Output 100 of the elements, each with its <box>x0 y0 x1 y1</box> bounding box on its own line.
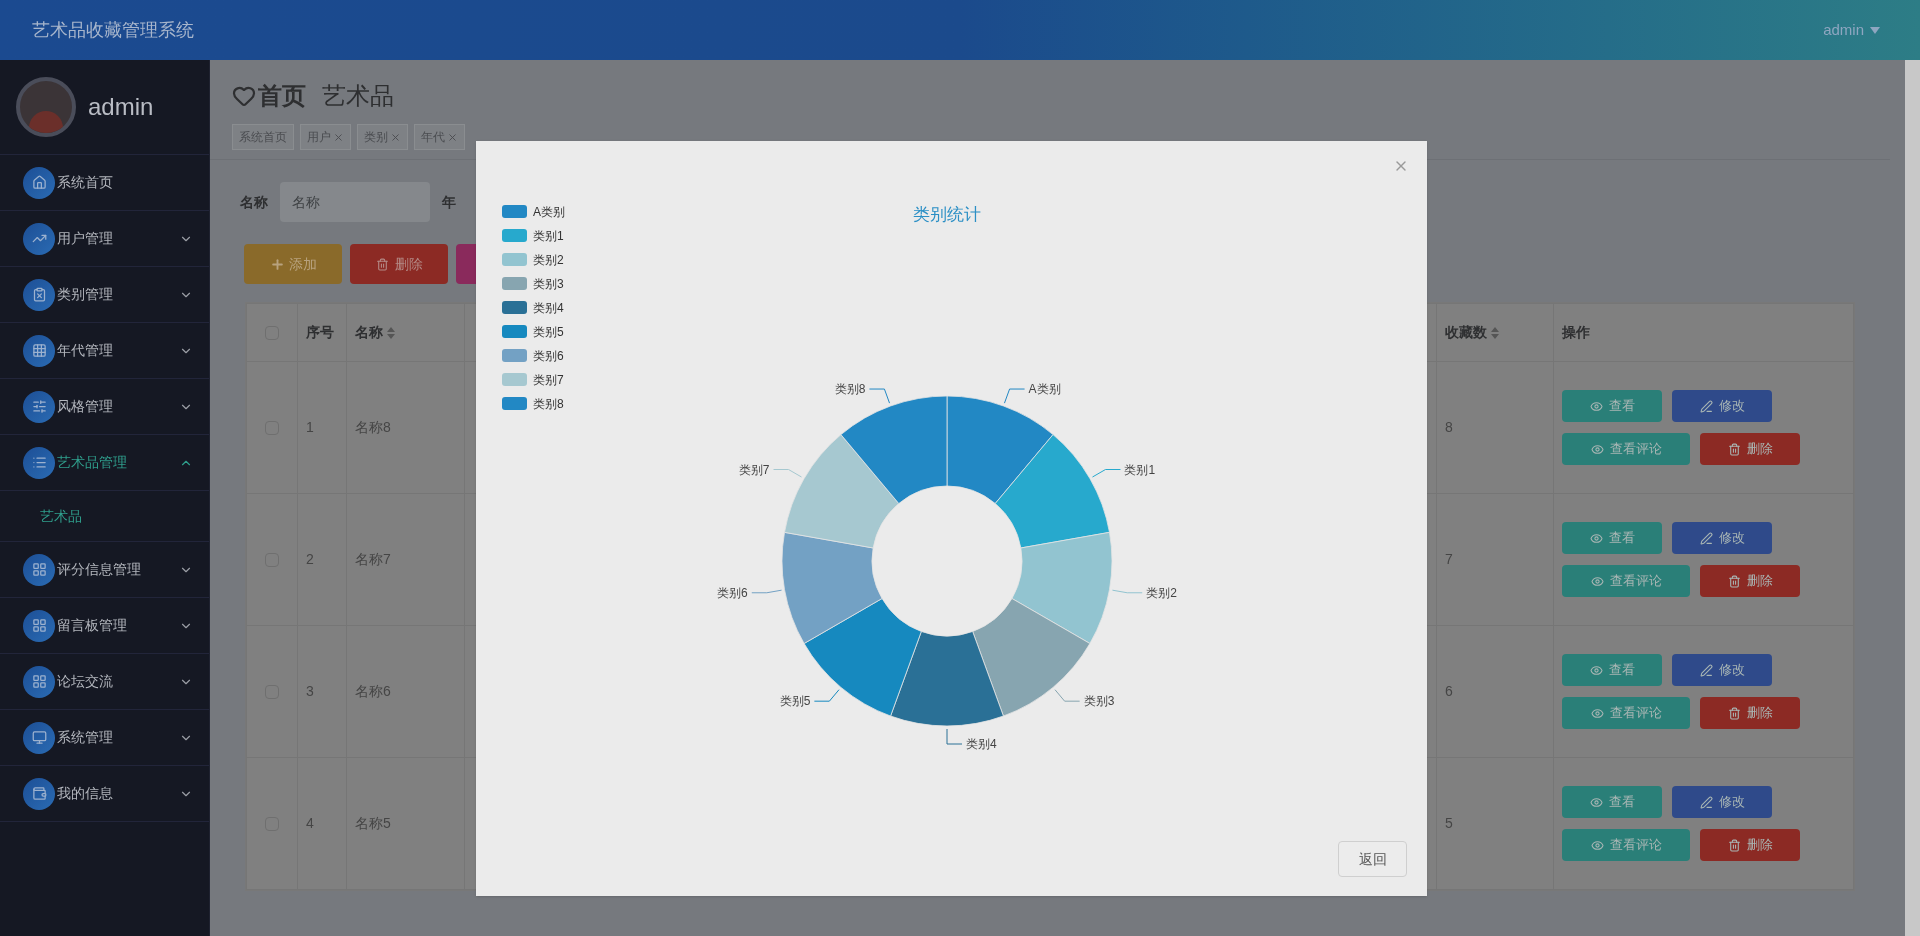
chart-icon <box>23 222 55 255</box>
table-cell: 名称5 <box>346 757 465 890</box>
leader-line <box>868 388 891 404</box>
table-cell: 名称6 <box>346 625 465 758</box>
leader-line <box>1003 388 1026 404</box>
search-label: 名称 <box>240 192 268 212</box>
chart-title: 类别统计 <box>913 205 981 224</box>
eye-icon <box>1589 795 1603 809</box>
edit-button[interactable]: 修改 <box>1672 786 1772 818</box>
legend-item[interactable]: 类别8 <box>502 397 564 411</box>
chart-slice[interactable] <box>946 395 1054 504</box>
plus-icon <box>269 256 285 272</box>
trash-icon <box>1727 706 1741 720</box>
delete-button[interactable]: 删除 <box>350 244 448 284</box>
leader-line <box>946 728 963 745</box>
eye-icon <box>1590 838 1604 852</box>
legend-item[interactable]: 类别1 <box>502 229 564 243</box>
delete-button[interactable]: 删除 <box>1700 433 1800 465</box>
view-button[interactable]: 查看 <box>1562 654 1662 686</box>
eye-icon <box>1589 531 1603 545</box>
chart-slice[interactable] <box>890 631 1004 727</box>
menu-item[interactable]: 评分信息管理 <box>0 542 209 598</box>
legend-item[interactable]: 类别6 <box>502 349 564 363</box>
comments-button[interactable]: 查看评论 <box>1562 829 1690 861</box>
eye-icon <box>1590 442 1604 456</box>
sort-icon[interactable] <box>387 326 395 339</box>
search-field[interactable]: 名称 <box>280 182 430 222</box>
grid-icon <box>23 665 55 698</box>
legend-item[interactable]: 类别7 <box>502 373 564 387</box>
legend-item[interactable]: 类别2 <box>502 253 564 267</box>
trash-icon <box>1727 838 1741 852</box>
close-icon[interactable] <box>390 131 401 143</box>
submenu-item[interactable]: 艺术品 <box>0 491 209 542</box>
view-button[interactable]: 查看 <box>1562 522 1662 554</box>
close-icon[interactable] <box>333 131 344 143</box>
eye-icon <box>1590 574 1604 588</box>
menu-item[interactable]: 系统管理 <box>0 710 209 766</box>
wallet-icon <box>23 777 55 810</box>
scrollbar[interactable] <box>1905 60 1920 936</box>
table-cell: 3 <box>297 625 347 758</box>
sort-icon[interactable] <box>1491 326 1499 339</box>
pen-icon <box>1699 531 1713 545</box>
pen-icon <box>1699 795 1713 809</box>
chart-slice[interactable] <box>781 531 883 644</box>
table-header-cell[interactable]: 收藏数 <box>1436 303 1554 362</box>
menu-item[interactable]: 论坛交流 <box>0 654 209 710</box>
table-cell: 名称8 <box>346 361 465 494</box>
grid-icon <box>23 553 55 586</box>
legend-item[interactable]: 类别5 <box>502 325 564 339</box>
menu-item[interactable]: 年代管理 <box>0 323 209 379</box>
menu-item[interactable]: 用户管理 <box>0 211 209 267</box>
table-header-cell[interactable]: 名称 <box>346 303 465 362</box>
delete-button[interactable]: 删除 <box>1700 697 1800 729</box>
breadcrumb-item[interactable]: 首页 <box>258 78 306 114</box>
leader-line <box>773 469 802 478</box>
home-icon <box>23 166 55 199</box>
menu-item[interactable]: 系统首页 <box>0 155 209 211</box>
eye-icon <box>1590 706 1604 720</box>
comments-button[interactable]: 查看评论 <box>1562 697 1690 729</box>
edit-button[interactable]: 修改 <box>1672 390 1772 422</box>
slice-label: 类别4 <box>966 737 997 751</box>
menu-item[interactable]: 艺术品管理 <box>0 435 209 491</box>
heart-icon <box>232 84 256 108</box>
comments-button[interactable]: 查看评论 <box>1562 565 1690 597</box>
chart-slice[interactable] <box>1011 531 1113 644</box>
list-icon <box>23 446 55 479</box>
chart-slice[interactable] <box>994 434 1110 549</box>
menu-item[interactable]: 留言板管理 <box>0 598 209 654</box>
edit-button[interactable]: 修改 <box>1672 654 1772 686</box>
leader-line <box>813 689 840 702</box>
chart-slice[interactable] <box>803 598 922 717</box>
slice-label: A类别 <box>1028 382 1061 397</box>
slice-label: 类别2 <box>1146 585 1177 600</box>
pen-icon <box>1699 663 1713 677</box>
breadcrumb-item[interactable]: 艺术品 <box>322 78 394 114</box>
menu-item[interactable]: 类别管理 <box>0 267 209 323</box>
delete-button[interactable]: 删除 <box>1700 829 1800 861</box>
edit-button[interactable]: 修改 <box>1672 522 1772 554</box>
close-icon[interactable] <box>447 131 458 143</box>
legend-item[interactable]: A类别 <box>502 205 565 219</box>
table-cell: 2 <box>297 493 347 626</box>
avatar <box>16 77 76 137</box>
monitor-icon <box>23 721 55 754</box>
back-button[interactable]: 返回 <box>1338 841 1407 877</box>
chart-slice[interactable] <box>784 434 900 549</box>
clipboard-icon <box>23 278 55 311</box>
table-cell: 7 <box>1436 493 1554 626</box>
slice-label: 类别5 <box>779 694 811 709</box>
table-header-cell: 操作 <box>1553 303 1854 362</box>
delete-button[interactable]: 删除 <box>1700 565 1800 597</box>
menu-item[interactable]: 风格管理 <box>0 379 209 435</box>
view-button[interactable]: 查看 <box>1562 390 1662 422</box>
caret-icon <box>1870 26 1880 34</box>
chart-slice[interactable] <box>840 395 948 504</box>
comments-button[interactable]: 查看评论 <box>1562 433 1690 465</box>
view-button[interactable]: 查看 <box>1562 786 1662 818</box>
legend-item[interactable]: 类别3 <box>502 277 564 291</box>
menu-item[interactable]: 我的信息 <box>0 766 209 822</box>
legend-item[interactable]: 类别4 <box>502 301 564 315</box>
table-cell: 8 <box>1436 361 1554 494</box>
